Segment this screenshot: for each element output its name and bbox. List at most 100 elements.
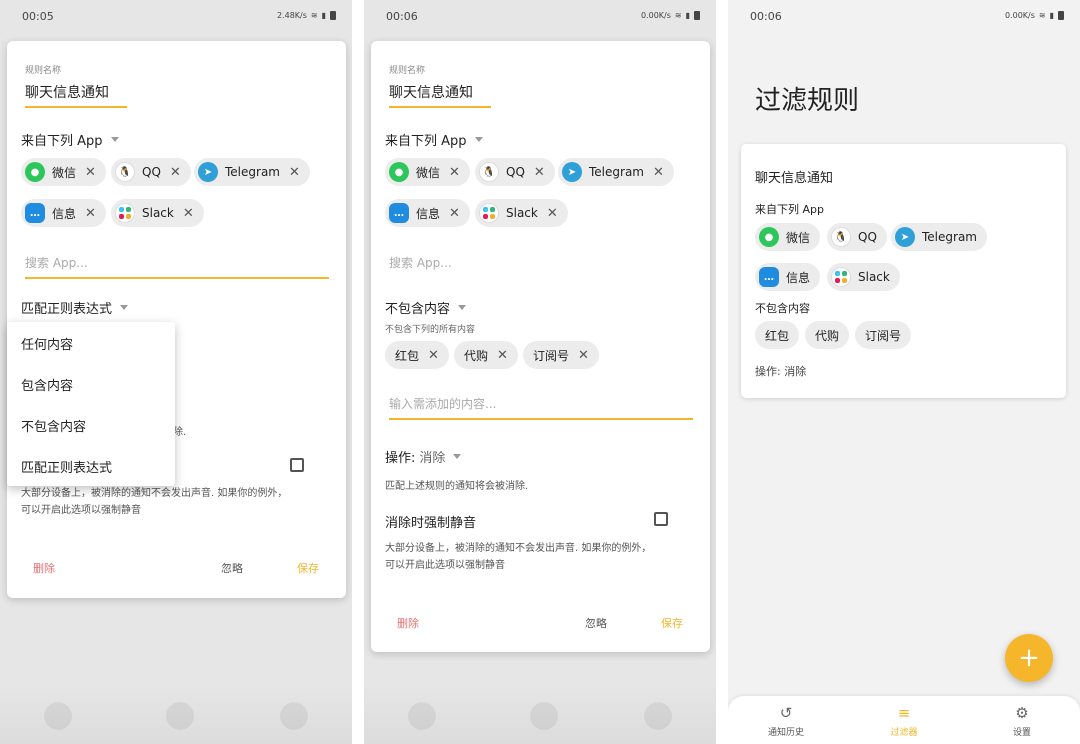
wifi-icon: ≋ [674,11,682,20]
from-apps-selector[interactable]: 来自下列 App [385,130,483,149]
dropdown-option-any[interactable]: 任何内容 [21,334,73,353]
remove-icon[interactable]: ✕ [289,165,300,180]
qq-icon: 🐧 [831,227,851,247]
rule-card-mode: 不包含内容 [755,302,810,315]
rule-name-input[interactable]: 聊天信息通知 [25,82,127,108]
keyword-chip: 红包 [755,321,800,349]
messages-icon: … [25,203,45,223]
action-selector[interactable]: 操作: 消除 [385,447,462,466]
wifi-icon: ≋ [1038,11,1046,20]
ignore-button[interactable]: 忽略 [585,615,607,631]
signal-icon: ▮ [685,11,690,20]
keyword-chip: 订阅号 ✕ [523,341,599,369]
telegram-icon: ➤ [895,227,915,247]
rule-card-action: 操作: 消除 [755,365,807,378]
match-mode-selector[interactable]: 匹配正则表达式 [21,298,129,317]
nav-settings[interactable]: ⚙ 设置 [982,704,1062,738]
match-mode-dropdown: 任何内容 包含内容 不包含内容 匹配正则表达式 [7,322,175,486]
delete-button[interactable]: 删除 [33,560,55,576]
slack-icon [115,203,135,223]
dropdown-option-regex[interactable]: 匹配正则表达式 [21,457,112,476]
remove-icon[interactable]: ✕ [170,165,181,180]
keyword-chip: 代购 ✕ [454,341,518,369]
rule-name-label: 规则名称 [389,66,426,76]
match-mode-label: 匹配正则表达式 [21,302,113,317]
wifi-icon: ≋ [310,11,318,20]
rule-name-label: 规则名称 [25,66,62,76]
from-apps-label: 来自下列 App [385,134,467,149]
keyword-chip: 订阅号 [855,321,912,349]
rule-card-apps-label: 来自下列 App [755,203,824,216]
status-bar: 00:05 2.48K/s ≋ ▮ [0,0,352,34]
remove-icon[interactable]: ✕ [428,348,439,363]
signal-icon: ▮ [321,11,326,20]
screen-filter-rules: 00:06 0.00K/s ≋ ▮ 过滤规则 聊天信息通知 来自下列 App ● 微信… [728,0,1080,744]
remove-icon[interactable]: ✕ [85,206,96,221]
app-chip-qq: 🐧 QQ ✕ [475,158,555,186]
status-time: 00:06 [386,10,418,23]
status-time: 00:05 [22,10,54,23]
search-app-input[interactable]: 搜索 App... [389,254,693,277]
dropdown-option-contains[interactable]: 包含内容 [21,375,73,394]
remove-icon[interactable]: ✕ [449,206,460,221]
messages-icon: … [759,267,779,287]
remove-icon[interactable]: ✕ [534,165,545,180]
battery-icon [694,11,700,20]
app-chip-messages: … 信息 [755,263,821,291]
qq-icon: 🐧 [115,162,135,182]
mute-description: 大部分设备上，被消除的通知不会发出声音. 如果你的例外， 可以开启此选项以强制静… [21,488,288,516]
rule-name-input[interactable]: 聊天信息通知 [389,82,491,108]
match-mode-selector[interactable]: 不包含内容 [385,298,467,317]
app-chip-qq: 🐧 QQ ✕ [111,158,191,186]
caret-down-icon [474,137,483,142]
network-speed: 2.48K/s [276,11,307,20]
match-mode-label: 不包含内容 [385,302,451,317]
add-rule-button[interactable]: + [1005,634,1053,682]
slack-icon [831,267,851,287]
app-chip-qq: 🐧 QQ [827,223,887,251]
rule-edit-card: 规则名称 聊天信息通知 来自下列 App ● 微信 ✕ 🐧 QQ ✕ ➤ Telegram… [7,41,346,598]
remove-icon[interactable]: ✕ [449,165,460,180]
remove-icon[interactable]: ✕ [183,206,194,221]
nav-filter[interactable]: ≡ 过滤器 [864,704,944,738]
qq-icon: 🐧 [479,162,499,182]
app-chip-messages: … 信息 ✕ [385,199,470,227]
ignore-button[interactable]: 忽略 [221,560,243,576]
messages-icon: … [389,203,409,223]
app-chip-wechat: ● 微信 ✕ [385,158,470,186]
mute-description: 大部分设备上，被消除的通知不会发出声音. 如果你的例外， 可以开启此选项以强制静… [385,543,652,571]
battery-icon [1058,11,1064,20]
rule-card-name: 聊天信息通知 [755,171,834,186]
blurred-bottom-nav [364,684,716,744]
keyword-input[interactable]: 输入需添加的内容... [389,395,693,420]
save-button[interactable]: 保存 [297,560,319,576]
screen-edit-rule: 00:06 0.00K/s ≋ ▮ 规则名称 聊天信息通知 来自下列 App ● 微信… [364,0,716,744]
app-chip-telegram: ➤ Telegram ✕ [558,158,674,186]
app-chip-messages: … 信息 ✕ [21,199,106,227]
network-speed: 0.00K/s [1004,11,1035,20]
action-label: 操作: [385,451,416,466]
delete-button[interactable]: 删除 [397,615,419,631]
keyword-chip: 代购 [805,321,850,349]
caret-down-icon [110,137,119,142]
remove-icon[interactable]: ✕ [497,348,508,363]
save-button[interactable]: 保存 [661,615,683,631]
caret-down-icon [120,305,129,310]
remove-icon[interactable]: ✕ [547,206,558,221]
history-icon: ↺ [779,704,793,722]
force-mute-checkbox[interactable] [654,512,668,526]
app-chip-slack: Slack [827,263,900,291]
telegram-icon: ➤ [562,162,582,182]
nav-history[interactable]: ↺ 通知历史 [746,704,826,738]
from-apps-label: 来自下列 App [21,134,103,149]
remove-icon[interactable]: ✕ [85,165,96,180]
from-apps-selector[interactable]: 来自下列 App [21,130,119,149]
battery-icon [330,11,336,20]
remove-icon[interactable]: ✕ [653,165,664,180]
search-app-input[interactable]: 搜索 App... [25,254,329,279]
app-chip-slack: Slack ✕ [475,199,568,227]
remove-icon[interactable]: ✕ [578,348,589,363]
force-mute-checkbox[interactable] [290,458,304,472]
dropdown-option-not-contains[interactable]: 不包含内容 [21,416,86,435]
rule-card[interactable]: 聊天信息通知 来自下列 App ● 微信 🐧 QQ ➤ Telegram … 信息 Sl… [741,144,1066,398]
